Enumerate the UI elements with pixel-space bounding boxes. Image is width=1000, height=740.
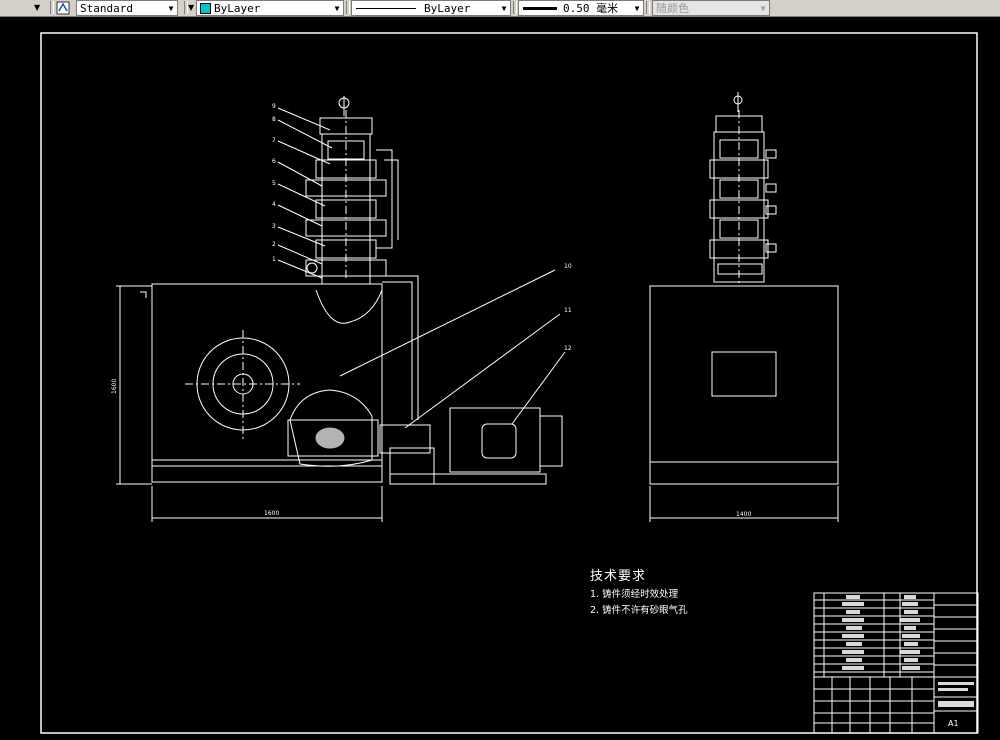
text-style-icon[interactable] (56, 0, 70, 15)
chevron-down-icon: ▼ (168, 3, 174, 13)
side-window (711, 351, 777, 397)
callout-5: 5 (272, 180, 276, 187)
chevron-down-icon: ▼ (760, 3, 766, 13)
toolbar-separator (346, 1, 350, 14)
properties-toolbar: ▼ Standard ▼ ▼ ByLayer ▼ ByLayer ▼ 0.50 … (0, 0, 1000, 17)
callout-9: 9 (272, 103, 276, 110)
tank-base (151, 459, 383, 483)
side-pipe (376, 149, 393, 249)
callout-7: 7 (272, 137, 276, 144)
side-port (765, 183, 777, 193)
color-value: ByLayer (214, 1, 261, 15)
callout-3: 3 (272, 223, 276, 230)
leader-4 (277, 204, 323, 227)
toolbar-separator (513, 1, 517, 14)
front-view (116, 96, 566, 522)
callout-10: 10 (564, 263, 572, 270)
callout-2: 2 (272, 241, 276, 248)
lineweight-select[interactable]: 0.50 毫米 ▼ (518, 0, 644, 16)
linetype-preview (356, 7, 416, 9)
linetype-value: ByLayer (424, 1, 471, 15)
side-block (717, 263, 763, 275)
dim-height-label: 1600 (111, 379, 118, 394)
plot-style-select[interactable]: 随颜色 ▼ (652, 0, 770, 16)
lineweight-value: 0.50 毫米 (563, 2, 619, 15)
break-outline-top (315, 289, 383, 324)
side-tank (649, 285, 839, 463)
chevron-down-icon: ▼ (334, 3, 340, 13)
leader-5 (277, 183, 326, 207)
lineweight-preview (523, 6, 557, 10)
hatched-section (315, 427, 345, 449)
plot-style-value: 随颜色 (656, 2, 689, 15)
coupling (379, 424, 431, 454)
tech-requirement-item: 2. 铸件不许有砂眼气孔 (590, 605, 688, 616)
side-port (765, 149, 777, 159)
leader-2 (277, 244, 323, 265)
toolbar-separator (50, 1, 54, 14)
callout-6: 6 (272, 158, 276, 165)
color-swatch (200, 2, 211, 14)
callout-4: 4 (272, 201, 276, 208)
toolbar-left-dropdown-arrow[interactable]: ▼ (0, 0, 40, 15)
motor-box (481, 423, 517, 459)
chevron-down-icon: ▼ (634, 3, 640, 13)
callout-labels: 9 8 7 6 5 4 3 2 1 10 11 12 1600 1600 140… (111, 103, 751, 518)
motor-base (389, 473, 547, 485)
callout-8: 8 (272, 116, 276, 123)
toolbar-left-arrow[interactable]: ▼ (188, 0, 194, 15)
leader-9 (277, 107, 331, 131)
bom-filled-cells (842, 595, 974, 707)
text-style-value: Standard (80, 1, 133, 15)
linetype-select[interactable]: ByLayer ▼ (351, 0, 511, 16)
motor-body (449, 407, 541, 473)
cad-drawing: 9 8 7 6 5 4 3 2 1 10 11 12 1600 1600 140… (40, 32, 979, 734)
motor-end (539, 415, 563, 467)
title-block-frame (813, 592, 979, 734)
leader-12 (511, 351, 566, 425)
sheet-size-label: A1 (948, 719, 959, 728)
callout-12: 12 (564, 345, 572, 352)
leader-10 (339, 269, 556, 377)
chevron-down-icon: ▼ (501, 3, 507, 13)
side-dim-width-label: 1400 (736, 511, 751, 518)
leader-11 (404, 313, 561, 429)
leader-6 (277, 161, 323, 187)
toolbar-separator (646, 1, 650, 14)
callout-11: 11 (564, 307, 572, 314)
text-style-select[interactable]: Standard ▼ (76, 0, 178, 16)
tank-lip (140, 291, 147, 298)
gauge (306, 262, 318, 274)
drawing-border (40, 32, 978, 734)
leader-1 (277, 259, 323, 279)
tech-requirements-title: 技术要求 (590, 569, 647, 584)
color-select[interactable]: ByLayer ▼ (196, 0, 344, 16)
tech-requirements: 技术要求 1. 铸件须经时效处理 2. 铸件不许有砂眼气孔 (590, 565, 688, 616)
title-block (813, 592, 979, 734)
pipe (382, 281, 413, 420)
callout-1: 1 (272, 256, 276, 263)
side-view (649, 92, 839, 522)
tank-body (151, 283, 383, 467)
drawing-canvas[interactable]: 9 8 7 6 5 4 3 2 1 10 11 12 1600 1600 140… (0, 17, 1000, 736)
side-tank-base (649, 461, 839, 485)
dim-width-label: 1600 (264, 510, 279, 517)
tech-requirement-item: 1. 铸件须经时效处理 (590, 589, 679, 600)
